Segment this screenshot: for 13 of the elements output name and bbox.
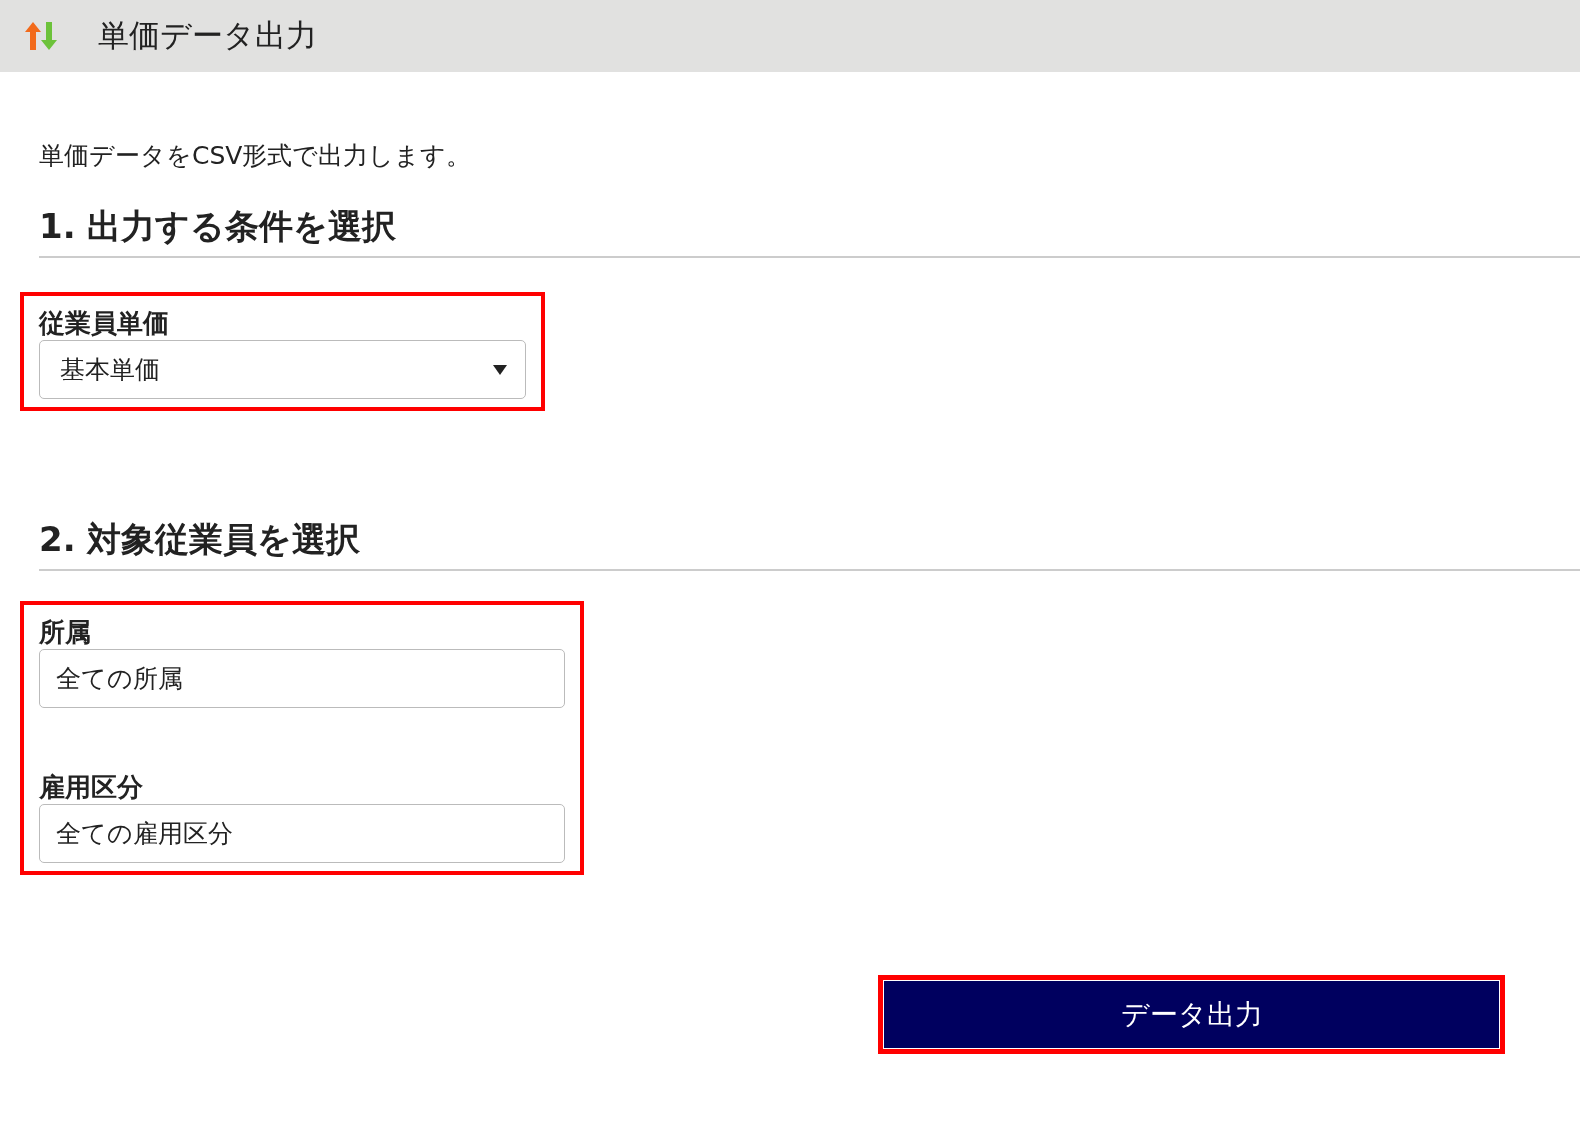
export-button[interactable]: データ出力 (883, 980, 1500, 1049)
description-text: 単価データをCSV形式で出力します。 (39, 140, 473, 172)
section-heading: 1. 出力する条件を選択 (39, 204, 1580, 258)
up-down-arrows-icon (24, 20, 60, 52)
input-field[interactable]: 全ての所属 (39, 649, 565, 708)
field-label: 雇用区分 (39, 771, 144, 804)
page-title: 単価データ出力 (98, 16, 317, 55)
section-heading: 2. 対象従業員を選択 (39, 517, 1580, 571)
caret-icon (493, 364, 507, 375)
field-label: 所属 (39, 616, 92, 649)
dropdown-field[interactable]: 基本単価 (39, 340, 526, 399)
input-field[interactable]: 全ての雇用区分 (39, 804, 565, 863)
field-label: 従業員単価 (39, 307, 170, 340)
